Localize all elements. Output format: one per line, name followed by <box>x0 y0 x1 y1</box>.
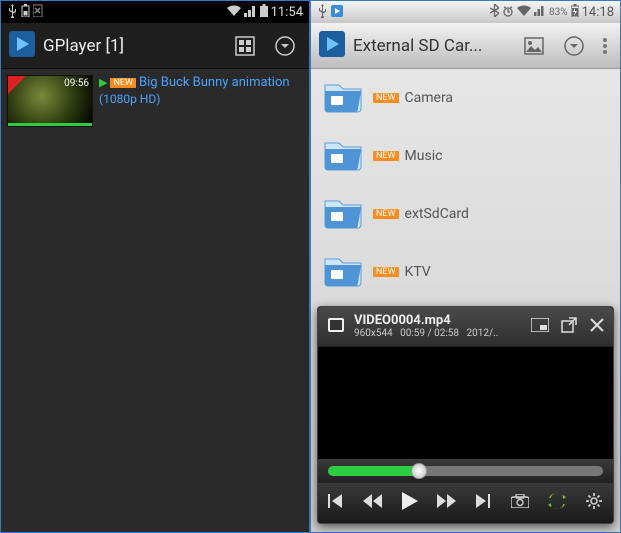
usb-icon <box>7 4 18 21</box>
folder-name: Music <box>405 148 443 164</box>
player-info: 960x544 00:59 / 02:58 2012/.. <box>354 328 523 340</box>
wifi-icon <box>517 5 531 19</box>
status-bar: 83% 14:18 <box>311 1 620 23</box>
video-file-icon <box>326 315 346 338</box>
folder-icon <box>323 137 363 175</box>
right-screenshot: 83% 14:18 External SD Car... NEW <box>310 0 621 533</box>
overflow-menu-button[interactable] <box>598 30 612 62</box>
folder-item[interactable]: NEW KTV <box>311 243 620 301</box>
snapshot-button[interactable] <box>511 494 529 512</box>
app-bar: GPlayer [1] <box>1 23 309 69</box>
folder-item[interactable]: NEW Music <box>311 127 620 185</box>
seek-thumb[interactable] <box>411 463 427 479</box>
clock-text: 11:54 <box>271 5 303 20</box>
rewind-button[interactable] <box>363 494 383 512</box>
page-title: External SD Car... <box>353 36 510 56</box>
video-title: Big Buck Bunny animation <box>139 75 290 90</box>
fast-forward-button[interactable] <box>437 494 457 512</box>
new-badge: NEW <box>373 151 399 161</box>
battery-text: 83% <box>549 7 568 18</box>
left-screenshot: 11:54 GPlayer [1] 09:56 ▶ NEW Big B <box>0 0 310 533</box>
new-badge: NEW <box>373 209 399 219</box>
app-logo-icon <box>9 31 35 61</box>
pip-button[interactable] <box>531 318 549 335</box>
battery-small-icon <box>21 4 30 20</box>
player-header[interactable]: VIDEO0004.mp4 960x544 00:59 / 02:58 2012… <box>318 307 613 347</box>
play-small-icon: ▶ <box>99 76 107 89</box>
folder-icon <box>323 253 363 291</box>
new-badge: NEW <box>373 93 399 103</box>
folder-icon <box>323 195 363 233</box>
folder-name: Camera <box>405 90 454 106</box>
battery-icon <box>571 4 579 20</box>
battery-icon <box>260 4 268 20</box>
new-badge: NEW <box>373 267 399 277</box>
usb-icon <box>317 4 328 21</box>
alarm-icon <box>502 5 514 20</box>
play-button[interactable] <box>402 492 418 514</box>
app-logo-icon <box>319 31 345 61</box>
folder-name: KTV <box>405 264 431 280</box>
repeat-button[interactable] <box>548 493 566 513</box>
next-track-button[interactable] <box>476 494 492 512</box>
seek-bar[interactable] <box>318 459 613 483</box>
prev-track-button[interactable] <box>328 494 344 512</box>
player-controls <box>318 483 613 523</box>
folder-item[interactable]: NEW extSdCard <box>311 185 620 243</box>
folder-icon <box>323 79 363 117</box>
wifi-icon <box>227 5 241 20</box>
video-item[interactable]: 09:56 ▶ NEW Big Buck Bunny animation (10… <box>1 69 309 133</box>
settings-button[interactable] <box>585 492 603 514</box>
status-bar: 11:54 <box>1 1 309 23</box>
new-badge: ▶ NEW Big Buck Bunny animation <box>99 75 290 90</box>
signal-icon <box>244 5 257 20</box>
media-icon <box>331 5 343 20</box>
folder-item[interactable]: NEW Camera <box>311 69 620 127</box>
dropdown-button[interactable] <box>269 30 301 62</box>
video-list: 09:56 ▶ NEW Big Buck Bunny animation (10… <box>1 69 309 532</box>
close-small-icon <box>33 4 44 20</box>
picture-view-button[interactable] <box>518 30 550 62</box>
dropdown-button[interactable] <box>558 30 590 62</box>
player-video-area[interactable] <box>318 347 613 459</box>
floating-player[interactable]: VIDEO0004.mp4 960x544 00:59 / 02:58 2012… <box>317 306 614 524</box>
video-duration: 09:56 <box>64 78 89 89</box>
player-filename: VIDEO0004.mp4 <box>354 313 523 329</box>
close-button[interactable] <box>589 317 605 336</box>
clock-text: 14:18 <box>582 5 614 20</box>
video-thumbnail: 09:56 <box>7 75 93 127</box>
video-subtitle: (1080p HD) <box>99 92 290 106</box>
folder-name: extSdCard <box>405 206 469 222</box>
bluetooth-icon <box>490 4 499 20</box>
grid-view-button[interactable] <box>229 30 261 62</box>
popout-button[interactable] <box>561 317 577 336</box>
page-title: GPlayer [1] <box>43 36 221 56</box>
signal-icon <box>534 5 546 19</box>
app-bar: External SD Car... <box>311 23 620 69</box>
